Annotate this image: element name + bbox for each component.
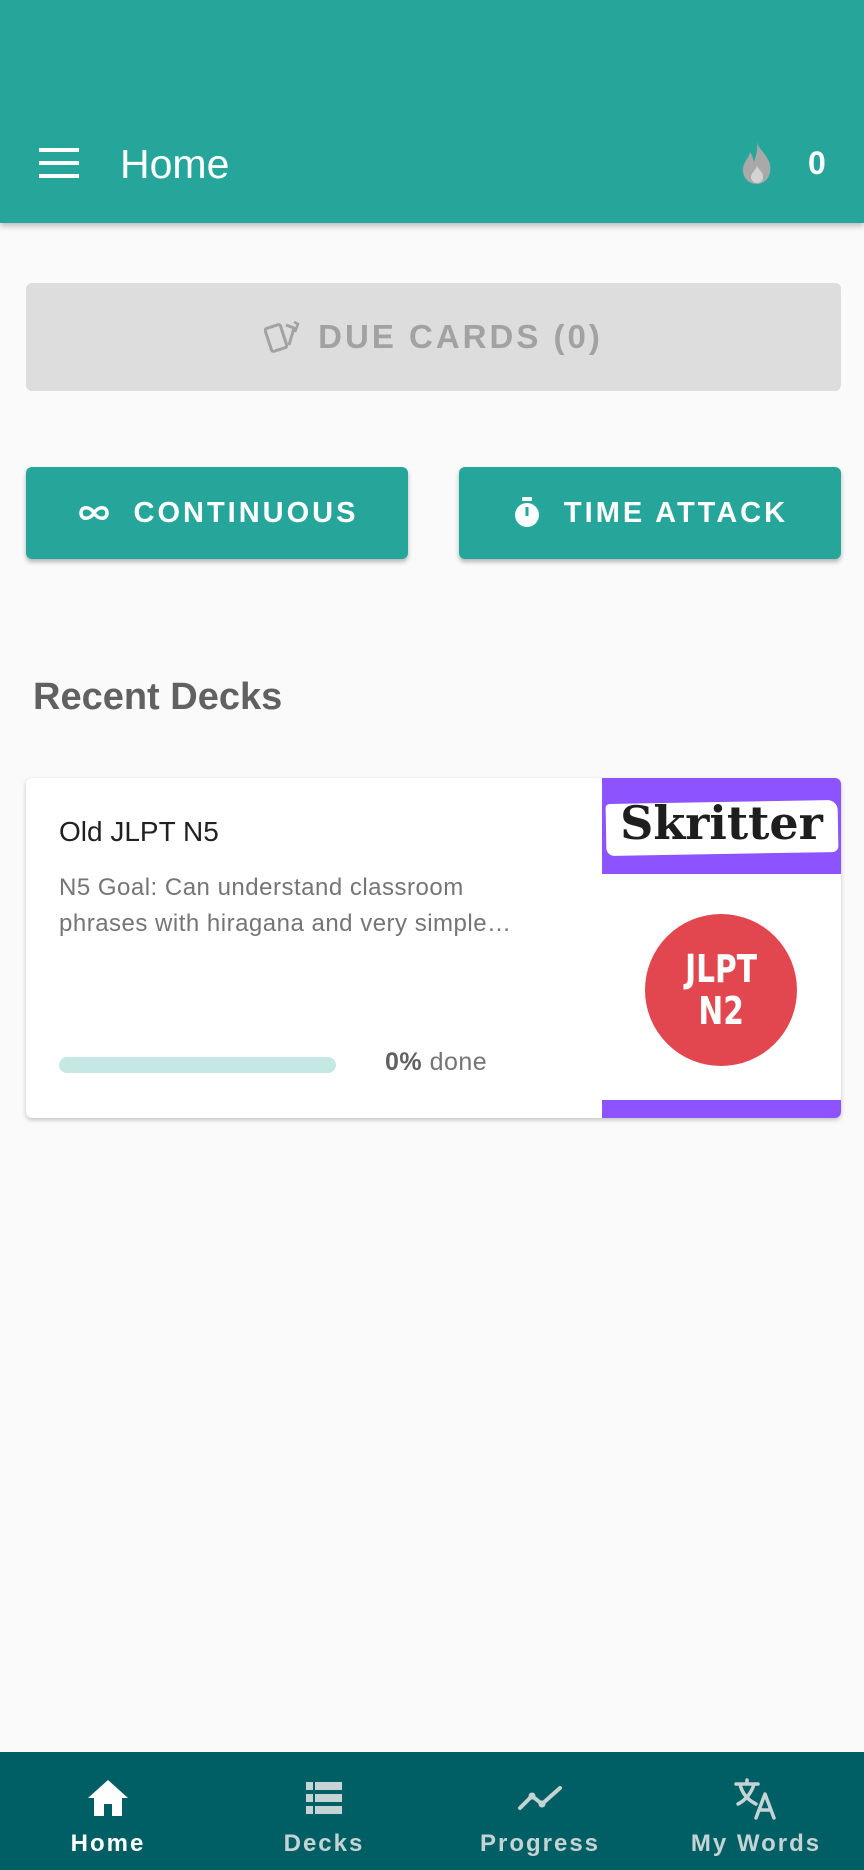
deck-progress-text: 0% done: [385, 1048, 487, 1077]
deck-title: Old JLPT N5: [59, 816, 219, 847]
deck-image: Skritter JLPT N2: [602, 778, 841, 1118]
deck-progress-bar: [59, 1057, 336, 1073]
translate-icon: [734, 1778, 776, 1820]
nav-my-words-label: My Words: [690, 1830, 822, 1857]
deck-badge-line2: N2: [698, 989, 744, 1033]
streak-count: 0: [808, 145, 826, 181]
deck-card[interactable]: Old JLPT N5 N5 Goal: Can understand clas…: [26, 778, 841, 1118]
deck-image-footer: [602, 1100, 841, 1118]
deck-image-brand: Skritter: [620, 796, 823, 850]
time-attack-label: TIME ATTACK: [563, 496, 789, 529]
nav-decks-label: Decks: [283, 1830, 365, 1857]
nav-home-label: Home: [70, 1830, 146, 1857]
recent-decks-title: Recent Decks: [33, 676, 283, 718]
due-cards-label: DUE CARDS (0): [318, 318, 603, 355]
trend-icon: [518, 1786, 562, 1810]
deck-image-badge: JLPT N2: [645, 914, 797, 1066]
bottom-nav: Home Decks Progress My Words: [0, 1752, 864, 1870]
continuous-button[interactable]: CONTINUOUS: [26, 467, 408, 559]
nav-home[interactable]: Home: [0, 1752, 216, 1870]
cards-icon: [264, 320, 300, 353]
menu-button[interactable]: [30, 138, 88, 188]
continuous-label: CONTINUOUS: [133, 496, 359, 529]
nav-progress[interactable]: Progress: [432, 1752, 648, 1870]
deck-description: N5 Goal: Can understand classroom phrase…: [59, 874, 512, 937]
deck-badge-line1: JLPT: [685, 947, 757, 991]
menu-icon: [39, 148, 79, 178]
home-screen: Home 0 DUE CARDS (0) CONTINUOUS TIME ATT…: [0, 0, 864, 1870]
nav-progress-label: Progress: [479, 1830, 601, 1857]
stopwatch-icon: [514, 497, 539, 527]
deck-progress-value: 0%: [385, 1048, 423, 1076]
app-bar: Home 0: [0, 0, 864, 223]
infinity-icon: [78, 506, 109, 520]
page-title: Home: [120, 141, 230, 187]
time-attack-button[interactable]: TIME ATTACK: [459, 467, 841, 559]
nav-my-words[interactable]: My Words: [648, 1752, 864, 1870]
deck-progress-suffix: done: [422, 1048, 488, 1076]
list-icon: [306, 1782, 342, 1814]
home-icon: [88, 1780, 128, 1816]
flame-icon[interactable]: [736, 140, 778, 186]
due-cards-button[interactable]: DUE CARDS (0): [26, 283, 841, 391]
nav-decks[interactable]: Decks: [216, 1752, 432, 1870]
